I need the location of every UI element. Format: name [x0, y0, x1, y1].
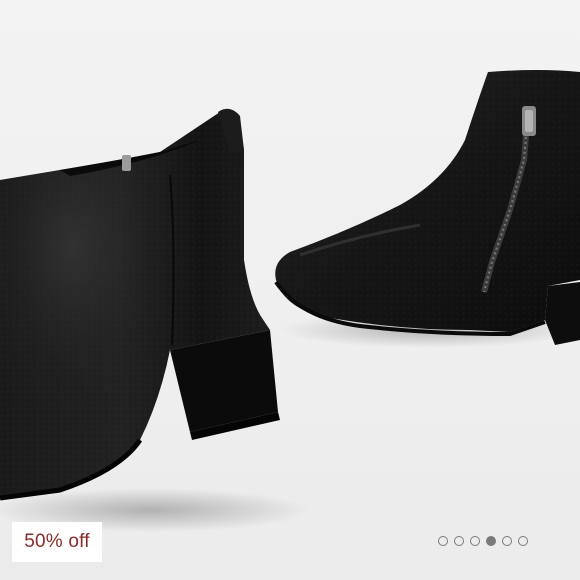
discount-badge: 50% off: [12, 522, 102, 562]
discount-badge-label: 50% off: [24, 531, 90, 552]
carousel-dot[interactable]: [518, 536, 528, 546]
carousel-dot[interactable]: [502, 536, 512, 546]
carousel-dot[interactable]: [470, 536, 480, 546]
carousel-indicator: [438, 536, 528, 546]
carousel-dot-active[interactable]: [486, 536, 496, 546]
carousel-dot[interactable]: [438, 536, 448, 546]
product-photo: [0, 70, 580, 532]
right-boot: [274, 70, 580, 345]
left-boot: [0, 108, 280, 501]
product-gallery[interactable]: 50% off: [0, 0, 580, 580]
carousel-dot[interactable]: [454, 536, 464, 546]
